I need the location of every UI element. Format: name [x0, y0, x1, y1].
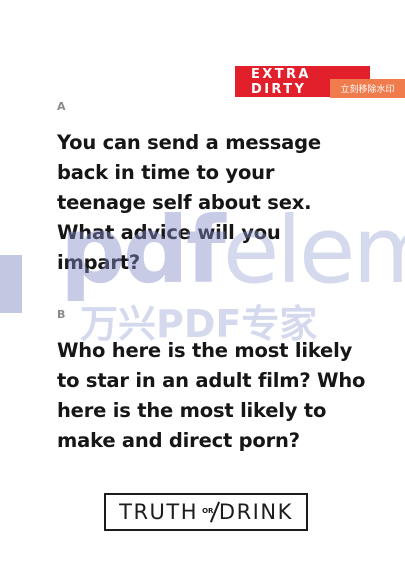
watermark-logo-icon — [0, 255, 22, 313]
logo-drink: DRINK — [218, 500, 293, 524]
remove-watermark-button[interactable]: 立刻移除水印 — [330, 79, 405, 98]
question-b-letter: B — [57, 308, 66, 321]
truth-or-drink-logo: TRUTH OR DRINK — [104, 493, 308, 531]
question-b-text: Who here is the most likely to star in a… — [57, 339, 366, 452]
question-a-text: You can send a message back in time to y… — [57, 131, 321, 274]
logo-or: OR — [202, 507, 214, 515]
question-a-letter: A — [57, 100, 66, 113]
logo-truth: TRUTH — [119, 500, 199, 524]
